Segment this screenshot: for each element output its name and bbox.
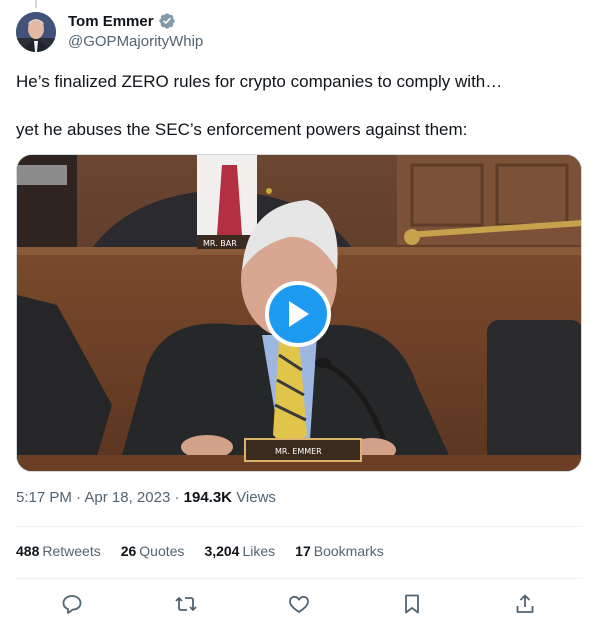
retweet-button[interactable] — [174, 592, 198, 616]
like-icon — [289, 595, 309, 613]
author-handle[interactable]: @GOPMajorityWhip — [68, 33, 203, 50]
retweets-label: Retweets — [42, 543, 101, 559]
likes-stat[interactable]: 3,204 Likes — [204, 543, 275, 559]
divider — [16, 578, 582, 579]
share-icon — [516, 594, 534, 613]
author-name-row: Tom Emmer — [68, 12, 176, 30]
likes-count: 3,204 — [204, 543, 240, 559]
verified-badge-icon — [158, 13, 175, 29]
divider — [16, 526, 582, 527]
tweet-time[interactable]: 5:17 PM — [16, 489, 72, 506]
video-player[interactable]: MR. BAR MR. EMMER — [16, 154, 582, 472]
retweet-icon — [175, 597, 197, 611]
like-button[interactable] — [287, 592, 311, 616]
retweets-stat[interactable]: 488 Retweets — [16, 543, 101, 559]
likes-label: Likes — [242, 543, 276, 559]
reply-icon — [62, 595, 82, 614]
retweets-count: 488 — [16, 543, 40, 559]
avatar-image — [16, 12, 56, 52]
reply-button[interactable] — [60, 592, 84, 616]
views-label: Views — [236, 489, 276, 506]
play-icon — [289, 301, 309, 327]
bookmarks-stat[interactable]: 17 Bookmarks — [295, 543, 384, 559]
action-bar — [16, 584, 582, 624]
bookmark-icon — [405, 594, 419, 614]
bookmarks-count: 17 — [295, 543, 311, 559]
meta-separator: · — [174, 489, 180, 506]
tweet-meta: 5:17 PM · Apr 18, 2023 · 194.3K Views — [16, 489, 276, 506]
share-button[interactable] — [513, 592, 537, 616]
nameplate-back: MR. BAR — [203, 239, 237, 248]
nameplate-front: MR. EMMER — [275, 447, 322, 456]
bookmarks-label: Bookmarks — [313, 543, 384, 559]
tweet-text-line: yet he abuses the SEC’s enforcement powe… — [16, 120, 468, 139]
engagement-stats: 488 Retweets 26 Quotes 3,204 Likes 17 Bookma… — [16, 543, 404, 559]
bookmark-button[interactable] — [400, 592, 424, 616]
author-display-name[interactable]: Tom Emmer — [68, 13, 154, 30]
quotes-count: 26 — [120, 543, 137, 559]
thread-connector-line — [35, 0, 37, 8]
tweet-date[interactable]: Apr 18, 2023 — [84, 489, 170, 506]
views-count: 194.3K — [183, 489, 233, 506]
tweet-text: He’s finalized ZERO rules for crypto com… — [16, 70, 582, 142]
tweet-text-line: He’s finalized ZERO rules for crypto com… — [16, 72, 503, 91]
quotes-stat[interactable]: 26 Quotes — [121, 543, 185, 559]
meta-separator: · — [76, 489, 82, 506]
avatar[interactable] — [16, 12, 56, 52]
quotes-label: Quotes — [139, 543, 185, 559]
play-button[interactable] — [265, 281, 331, 347]
